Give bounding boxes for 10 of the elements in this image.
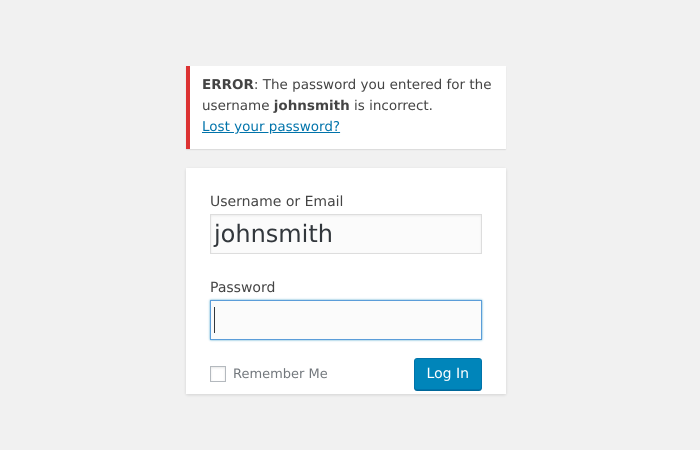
text-cursor xyxy=(214,307,215,333)
error-message: ERROR: The password you entered for the username johnsmith is incorrect. Lost your password? xyxy=(202,76,492,137)
remember-checkbox[interactable] xyxy=(210,366,226,382)
login-button[interactable]: Log In xyxy=(414,358,482,390)
input-field[interactable] xyxy=(210,300,482,340)
field-label: Password xyxy=(210,280,276,296)
remember-label: Remember Me xyxy=(233,366,328,382)
input-field[interactable]: johnsmith xyxy=(210,214,482,254)
lost-password-link[interactable]: Lost your password? xyxy=(202,119,340,135)
field-label: Username or Email xyxy=(210,194,344,210)
